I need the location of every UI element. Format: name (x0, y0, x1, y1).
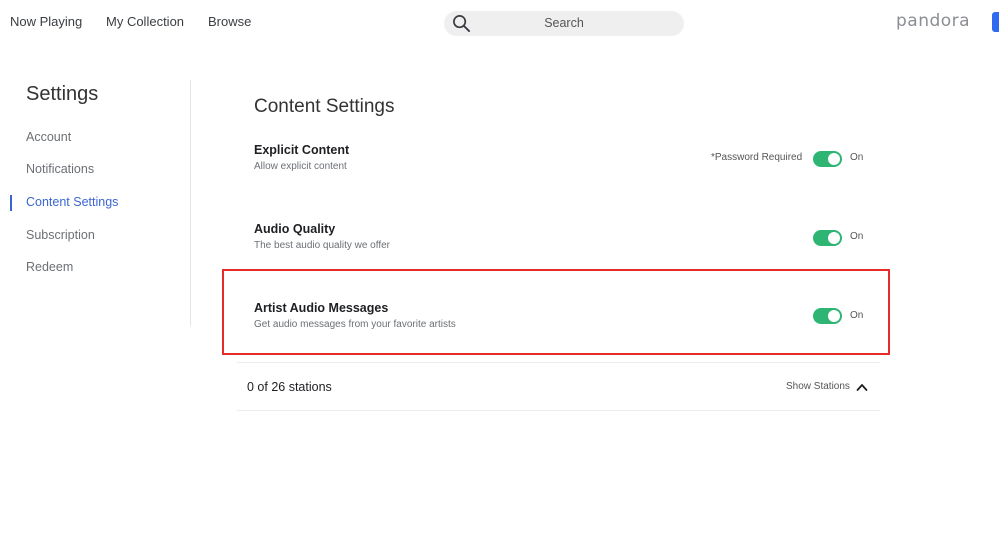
sidebar-item-subscription[interactable]: Subscription (26, 228, 95, 242)
setting-audio-quality: Audio Quality The best audio quality we … (254, 222, 864, 251)
page-title: Content Settings (254, 96, 395, 117)
toggle-knob (828, 310, 840, 322)
nav-my-collection[interactable]: My Collection (106, 14, 184, 29)
artist-audio-messages-toggle[interactable] (813, 308, 842, 324)
nav-browse[interactable]: Browse (208, 14, 251, 29)
explicit-content-toggle[interactable] (813, 151, 842, 167)
account-button[interactable] (992, 12, 999, 32)
top-nav: Now Playing My Collection Browse Search … (0, 0, 999, 46)
divider (237, 410, 880, 411)
pandora-logo[interactable]: pandora (896, 11, 970, 31)
setting-name: Artist Audio Messages (254, 301, 389, 315)
setting-description: Get audio messages from your favorite ar… (254, 319, 456, 330)
toggle-knob (828, 153, 840, 165)
toggle-state-label: On (850, 152, 864, 163)
sidebar-item-redeem[interactable]: Redeem (26, 260, 73, 274)
password-required-note: *Password Required (711, 152, 803, 163)
divider (237, 362, 880, 363)
sidebar-item-notifications[interactable]: Notifications (26, 162, 94, 176)
setting-description: The best audio quality we offer (254, 240, 391, 251)
chevron-up-icon[interactable] (856, 382, 868, 392)
audio-quality-toggle[interactable] (813, 230, 842, 246)
sidebar-title: Settings (26, 83, 99, 105)
setting-artist-audio-messages: Artist Audio Messages Get audio messages… (254, 301, 864, 330)
sidebar-item-content-settings[interactable]: Content Settings (26, 195, 118, 209)
sidebar-item-account[interactable]: Account (26, 130, 71, 144)
show-stations-button[interactable]: Show Stations (786, 381, 850, 392)
nav-now-playing[interactable]: Now Playing (10, 14, 82, 29)
search-icon (453, 15, 471, 33)
stations-count: 0 of 26 stations (247, 380, 332, 394)
toggle-state-label: On (850, 310, 864, 321)
search-placeholder: Search (544, 16, 584, 30)
toggle-state-label: On (850, 231, 864, 242)
setting-name: Audio Quality (254, 222, 336, 236)
toggle-knob (828, 232, 840, 244)
active-indicator (10, 195, 12, 211)
search-input[interactable]: Search (444, 11, 684, 36)
page: Now Playing My Collection Browse Search … (0, 0, 999, 548)
